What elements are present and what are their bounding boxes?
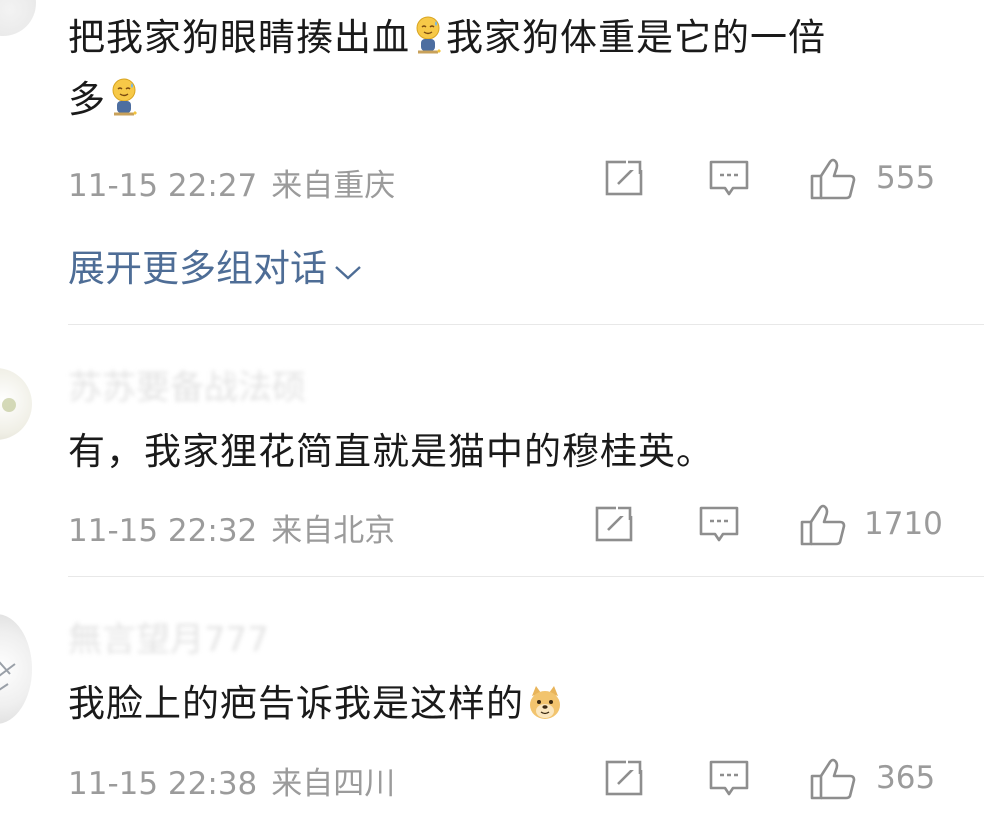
avatar[interactable] [0, 368, 32, 440]
comment-text: 我脸上的疤告诉我是这样的 [68, 676, 566, 738]
like-count: 555 [876, 160, 936, 196]
comment-time: 11-15 22:27 [68, 168, 258, 204]
comment-meta: 11-15 22:38 来自四川 [68, 758, 395, 803]
comment-time: 11-15 22:38 [68, 766, 258, 802]
comment-location: 来自四川 [271, 766, 396, 802]
comment-text-segment: 多 [68, 78, 106, 121]
comment-meta: 11-15 22:27 来自重庆 [68, 160, 395, 205]
like-icon[interactable] [810, 158, 858, 204]
comment-icon[interactable] [708, 758, 750, 804]
share-icon[interactable] [604, 158, 646, 202]
like-icon[interactable] [810, 758, 858, 804]
comment-actions: 365 [600, 758, 940, 802]
share-icon[interactable] [594, 504, 636, 548]
sweat-smile-emoji-icon [412, 16, 444, 72]
comment-text: 有，我家狸花简直就是猫中的穆桂英。 [68, 430, 714, 473]
comment-text: 多 [68, 72, 142, 134]
comment-icon[interactable] [708, 158, 750, 204]
like-icon[interactable] [800, 504, 848, 550]
comment-text-segment: 我家狗体重是它的一倍 [446, 16, 826, 59]
avatar[interactable] [0, 614, 32, 724]
comment-actions: 555 [600, 158, 940, 202]
comment-location: 来自重庆 [271, 168, 396, 204]
comment-text: 把我家狗眼睛揍出血 我家狗体重是它的一倍 [68, 10, 826, 72]
divider [68, 324, 984, 325]
username[interactable]: 苏苏要备战法硕 [68, 360, 306, 409]
share-icon[interactable] [604, 758, 646, 802]
comment-actions: 1710 [595, 504, 943, 550]
username[interactable]: 無言望月777 [68, 612, 269, 661]
comment-meta: 11-15 22:32 来自北京 [68, 505, 395, 550]
comment-location: 来自北京 [271, 513, 396, 549]
expand-conversation-link[interactable]: 展开更多组对话 [68, 238, 363, 292]
sweat-smile-emoji-icon [108, 78, 140, 134]
like-count: 365 [876, 760, 936, 796]
avatar[interactable] [0, 0, 36, 36]
comment-text-segment: 我脸上的疤告诉我是这样的 [68, 682, 524, 725]
divider [68, 576, 984, 577]
like-count: 1710 [864, 506, 943, 542]
expand-conversation-label: 展开更多组对话 [68, 247, 327, 290]
chevron-down-icon [333, 249, 363, 292]
comment-time: 11-15 22:32 [68, 513, 258, 549]
comment-icon[interactable] [698, 504, 740, 550]
comment-text-segment: 把我家狗眼睛揍出血 [68, 16, 410, 59]
doge-emoji-icon [526, 682, 564, 738]
